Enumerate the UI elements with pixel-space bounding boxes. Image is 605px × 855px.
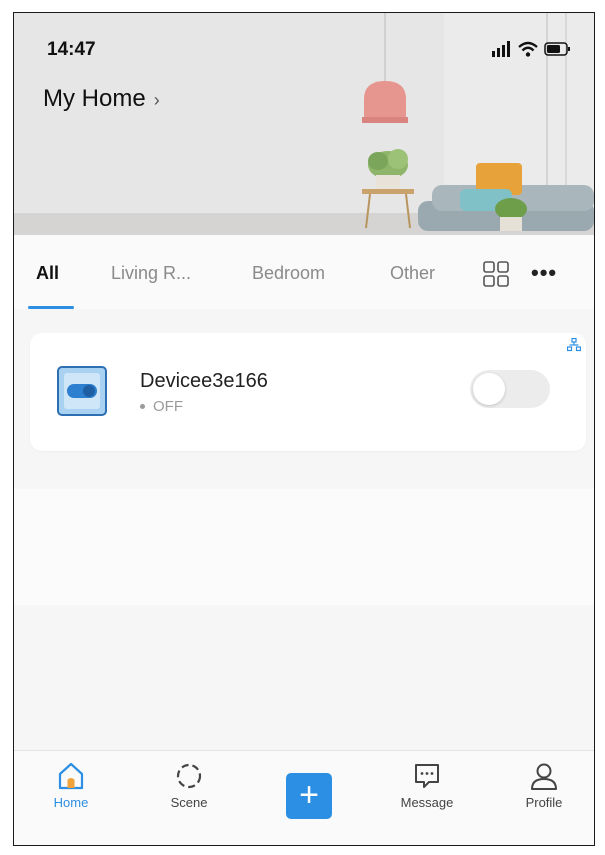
nav-message[interactable]: Message xyxy=(387,761,467,810)
tab-bedroom[interactable]: Bedroom xyxy=(252,263,325,284)
nav-scene[interactable]: Scene xyxy=(149,761,229,810)
nav-scene-label: Scene xyxy=(170,795,208,810)
device-status-text: OFF xyxy=(153,398,183,415)
add-device-button[interactable]: + xyxy=(286,773,332,819)
content-area xyxy=(14,489,594,605)
nav-home[interactable]: Home xyxy=(31,761,111,810)
device-status: OFF xyxy=(140,398,183,415)
cellular-signal-icon xyxy=(492,41,510,57)
nav-profile[interactable]: Profile xyxy=(504,761,584,810)
nav-message-label: Message xyxy=(400,795,454,810)
battery-icon xyxy=(544,42,570,56)
status-time: 14:47 xyxy=(47,39,96,60)
network-icon xyxy=(567,338,581,352)
status-icons xyxy=(492,39,572,59)
nav-profile-label: Profile xyxy=(525,795,563,810)
active-tab-indicator xyxy=(28,306,74,309)
nav-home-label: Home xyxy=(53,795,89,810)
more-options-button[interactable]: ••• xyxy=(531,260,557,286)
scene-icon xyxy=(176,763,202,789)
tab-other[interactable]: Other xyxy=(390,263,442,284)
wifi-icon xyxy=(518,41,538,57)
home-icon xyxy=(58,762,84,790)
device-card[interactable]: Devicee3e166 OFF xyxy=(30,333,586,451)
toggle-knob xyxy=(473,373,505,405)
message-icon xyxy=(415,764,439,788)
switch-device-icon xyxy=(57,366,107,416)
home-header-banner: 14:47 My Home › xyxy=(14,13,594,235)
phone-screen: 14:47 My Home › All Living R... Bedroom … xyxy=(13,12,595,846)
chevron-right-icon: › xyxy=(153,90,160,110)
tab-all[interactable]: All xyxy=(36,263,59,284)
bottom-navigation: Home Scene + Message Profile xyxy=(14,750,594,845)
room-tabs: All Living R... Bedroom Other ••• xyxy=(14,235,594,309)
status-dot xyxy=(140,404,145,409)
device-power-toggle[interactable] xyxy=(470,370,550,408)
profile-icon xyxy=(531,763,557,790)
home-selector[interactable]: My Home › xyxy=(43,85,160,113)
home-name: My Home xyxy=(43,85,146,112)
device-name: Devicee3e166 xyxy=(140,370,268,392)
grid-icon[interactable] xyxy=(483,261,509,287)
tab-living-room[interactable]: Living R... xyxy=(111,263,191,284)
